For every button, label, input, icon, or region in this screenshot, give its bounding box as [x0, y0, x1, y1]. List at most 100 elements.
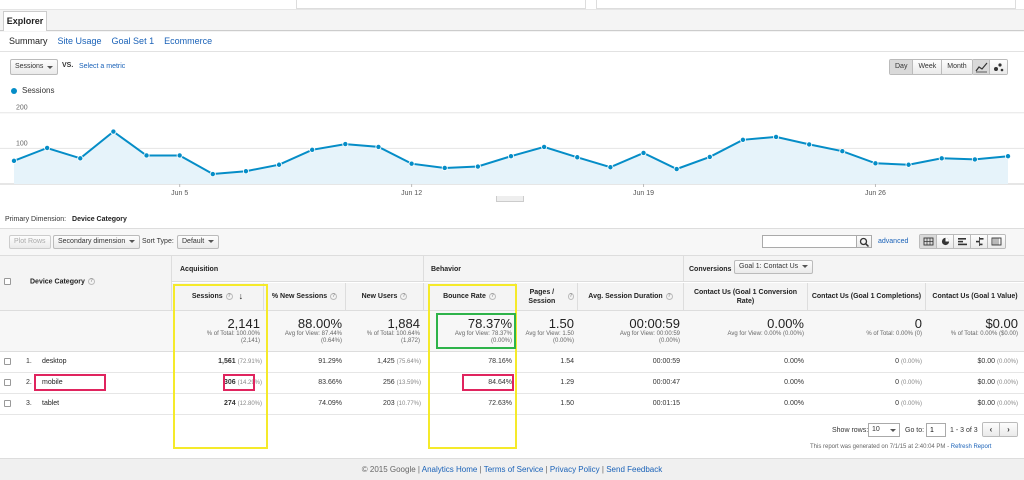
data-point[interactable] — [342, 141, 349, 148]
plot-rows-button[interactable]: Plot Rows — [9, 235, 51, 249]
advanced-filter-link[interactable]: advanced — [878, 238, 908, 245]
data-point[interactable] — [77, 155, 84, 162]
data-point[interactable] — [10, 157, 17, 164]
help-icon[interactable]: ? — [87, 278, 95, 285]
goal-value-column-header[interactable]: Contact Us (Goal 1 Value) — [926, 283, 1024, 311]
total-avg-duration-value: 00:00:59 — [629, 316, 680, 331]
data-point[interactable] — [806, 141, 813, 148]
pages-session-header-label: Pages / Session — [528, 288, 556, 305]
data-point[interactable] — [110, 128, 117, 135]
data-point[interactable] — [706, 153, 713, 160]
data-point[interactable] — [541, 143, 548, 150]
go-to-page-input[interactable] — [926, 423, 946, 437]
data-point[interactable] — [276, 161, 283, 168]
help-icon[interactable]: ? — [567, 293, 574, 300]
chart-collapse-handle[interactable] — [496, 196, 524, 202]
goal-select-label: Goal 1: Contact Us — [739, 263, 799, 270]
data-point[interactable] — [1005, 153, 1012, 160]
goal-select[interactable]: Goal 1: Contact Us — [734, 260, 814, 274]
row-device-link[interactable]: desktop — [42, 358, 67, 365]
data-point[interactable] — [673, 166, 680, 173]
data-point[interactable] — [739, 136, 746, 143]
footer-terms-link[interactable]: Terms of Service — [484, 465, 544, 474]
primary-dimension-value[interactable]: Device Category — [72, 216, 127, 223]
data-point[interactable] — [408, 160, 415, 167]
dimension-header-label: Device Category — [30, 278, 85, 286]
help-icon[interactable]: ? — [400, 293, 408, 300]
data-point[interactable] — [773, 133, 780, 140]
total-avg-duration-sub2: (0.00%) — [658, 338, 680, 344]
table-search-input[interactable] — [762, 235, 857, 248]
line-chart-button[interactable] — [973, 60, 990, 74]
data-point[interactable] — [44, 144, 51, 151]
completions-column-header[interactable]: Contact Us (Goal 1 Completions) — [808, 283, 926, 311]
timescale-month-button[interactable]: Month — [942, 60, 972, 74]
y-tick-label: 200 — [16, 105, 28, 112]
total-completions-value: 0 — [914, 316, 922, 331]
data-point[interactable] — [574, 154, 581, 161]
row-new-users-value: 256 — [383, 379, 395, 386]
pages-session-column-header[interactable]: Pages / Session? — [516, 283, 578, 311]
data-point[interactable] — [375, 143, 382, 150]
mobile-highlight-box — [34, 374, 106, 391]
timescale-day-button[interactable]: Day — [890, 60, 914, 74]
motion-chart-button[interactable] — [990, 60, 1007, 74]
data-point[interactable] — [971, 156, 978, 163]
footer-privacy-link[interactable]: Privacy Policy — [550, 465, 600, 474]
subtab-goal-set-1[interactable]: Goal Set 1 — [112, 36, 155, 48]
data-point[interactable] — [905, 161, 912, 168]
data-point[interactable] — [839, 148, 846, 155]
data-point[interactable] — [441, 164, 448, 171]
row-checkbox[interactable] — [4, 358, 11, 365]
sort-type-label: Sort Type: — [142, 238, 174, 245]
data-point[interactable] — [242, 168, 249, 175]
avg-duration-column-header[interactable]: Avg. Session Duration? — [578, 283, 684, 311]
secondary-dimension-select[interactable]: Secondary dimension — [53, 235, 141, 249]
row-checkbox[interactable] — [4, 400, 11, 407]
subtab-site-usage[interactable]: Site Usage — [58, 36, 102, 48]
data-point[interactable] — [309, 146, 316, 153]
row-conv-rate: 0.00% — [784, 379, 804, 386]
footer-analytics-home-link[interactable]: Analytics Home — [422, 465, 478, 474]
help-icon[interactable]: ? — [665, 293, 673, 300]
data-point[interactable] — [474, 163, 481, 170]
data-point[interactable] — [872, 160, 879, 167]
row-checkbox[interactable] — [4, 379, 11, 386]
sort-type-select[interactable]: Default — [177, 235, 220, 249]
next-page-button[interactable]: › — [1000, 423, 1017, 436]
performance-view-button[interactable] — [954, 235, 971, 248]
dimension-header[interactable]: Device Category? — [30, 278, 95, 285]
data-point[interactable] — [938, 155, 945, 162]
subtab-summary[interactable]: Summary — [9, 36, 48, 48]
data-point[interactable] — [640, 149, 647, 156]
search-button[interactable] — [857, 235, 872, 248]
data-view-button[interactable] — [920, 235, 937, 248]
header-strip — [0, 0, 1024, 10]
data-point[interactable] — [607, 164, 614, 171]
row-device-link[interactable]: tablet — [42, 400, 59, 407]
data-point[interactable] — [143, 152, 150, 159]
timescale-week-button[interactable]: Week — [913, 60, 943, 74]
metric-select[interactable]: Sessions — [10, 59, 58, 75]
prev-page-button[interactable]: ‹ — [983, 423, 1000, 436]
show-rows-select[interactable]: 10 — [868, 423, 900, 437]
comparison-view-button[interactable] — [971, 235, 988, 248]
new-users-column-header[interactable]: New Users? — [346, 283, 424, 311]
subtab-ecommerce[interactable]: Ecommerce — [164, 36, 212, 48]
select-all-checkbox[interactable] — [4, 278, 11, 285]
total-new-sessions-sub2: (0.64%) — [320, 338, 342, 344]
refresh-report-link[interactable]: Refresh Report — [951, 444, 992, 450]
data-point[interactable] — [176, 152, 183, 159]
percentage-view-button[interactable] — [937, 235, 954, 248]
tab-explorer[interactable]: Explorer — [3, 11, 47, 31]
pivot-view-button[interactable] — [988, 235, 1005, 248]
select-metric-link[interactable]: Select a metric — [79, 63, 125, 70]
row-avg-duration: 00:00:59 — [652, 358, 680, 365]
help-icon[interactable]: ? — [330, 293, 338, 300]
footer-feedback-link[interactable]: Send Feedback — [606, 465, 662, 474]
data-point[interactable] — [209, 171, 216, 178]
new-sessions-column-header[interactable]: % New Sessions? — [264, 283, 346, 311]
conv-rate-column-header[interactable]: Contact Us (Goal 1 Conversion Rate) — [684, 283, 808, 311]
data-point[interactable] — [507, 153, 514, 160]
header-box-right — [596, 0, 1016, 9]
